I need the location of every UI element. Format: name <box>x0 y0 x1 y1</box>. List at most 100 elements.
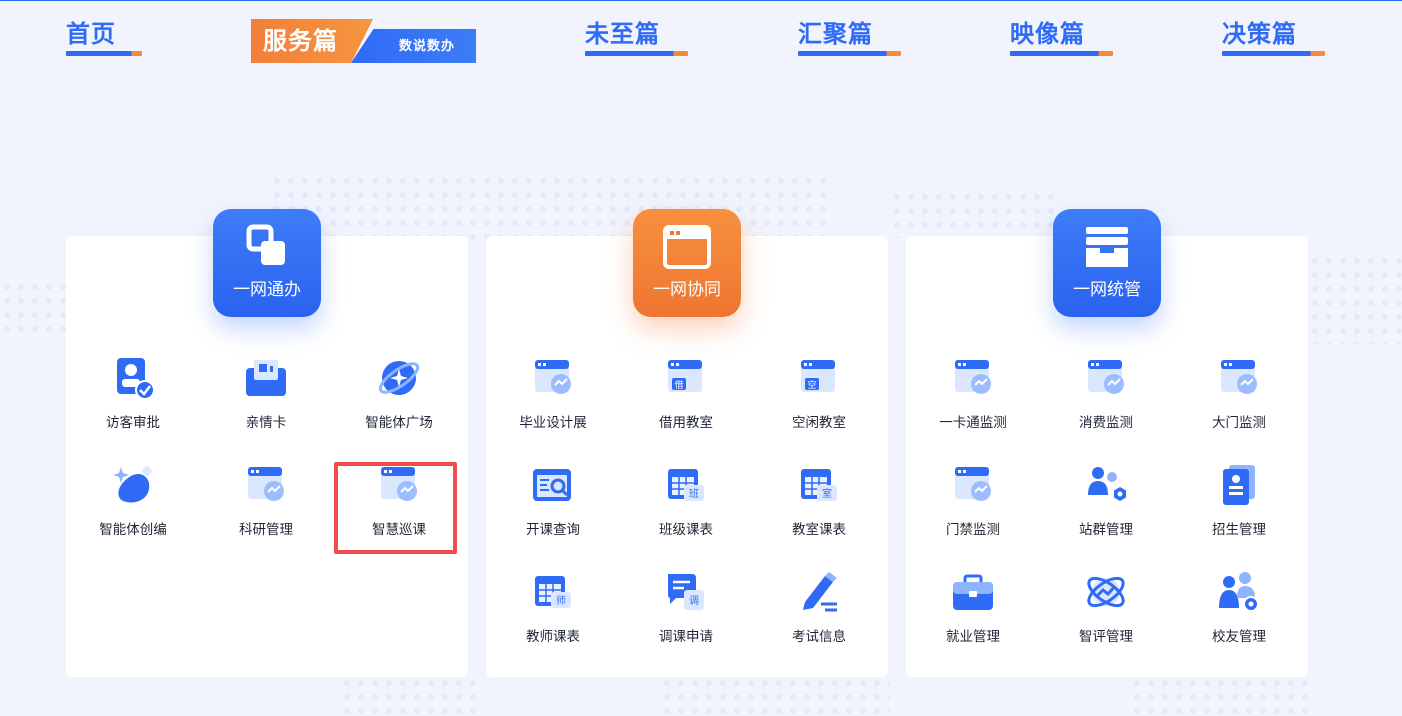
tile-label: 智能体创编 <box>99 522 167 538</box>
tile-class-schedule[interactable]: 班 班级课表 <box>619 455 753 555</box>
tile-smart-evaluation[interactable]: 智评管理 <box>1039 562 1173 662</box>
nav-active-sub-label: 数说数办 <box>399 39 456 54</box>
tile-label: 招生管理 <box>1212 522 1266 538</box>
nav-huiju[interactable]: 汇聚篇 <box>798 18 901 60</box>
svg-text:班: 班 <box>689 488 699 500</box>
site-group-icon <box>1082 461 1130 509</box>
free-room-icon: 空 <box>795 354 843 402</box>
tile-label: 门禁监测 <box>946 522 1000 538</box>
tile-course-search[interactable]: 开课查询 <box>486 455 620 555</box>
tile-label: 校友管理 <box>1212 629 1266 645</box>
browser-window-icon <box>663 225 711 269</box>
badge-label: 一网统管 <box>1073 280 1141 300</box>
nav-home[interactable]: 首页 <box>66 18 142 60</box>
nav-juece[interactable]: 决策篇 <box>1222 18 1325 60</box>
tile-patrol-window[interactable]: 智慧巡课 <box>332 455 466 555</box>
access-monitor-window-icon <box>949 461 997 509</box>
tile-reschedule-request[interactable]: 调调课申请 <box>619 562 753 662</box>
class-schedule-icon: 班 <box>662 461 710 509</box>
tile-label: 调课申请 <box>659 629 713 645</box>
tile-borrow-room[interactable]: 借 借用教室 <box>619 348 753 448</box>
smart-evaluation-icon <box>1082 568 1130 616</box>
tile-card-monitor-window[interactable]: 一卡通监测 <box>906 348 1040 448</box>
nav-weizhi[interactable]: 未至篇 <box>585 18 688 60</box>
badge-yiwang-tongguan[interactable]: 一网统管 <box>1053 209 1161 317</box>
map-dots-decoration <box>660 676 890 716</box>
nav-active-label: 服务篇 <box>263 27 338 55</box>
badge-label: 一网协同 <box>653 280 721 300</box>
visitor-approval-icon <box>109 354 157 402</box>
top-border <box>0 0 1402 1</box>
tile-exam-pen[interactable]: 考试信息 <box>752 562 886 662</box>
svg-text:师: 师 <box>556 594 566 607</box>
nav-underline <box>585 51 688 56</box>
map-dots-decoration <box>890 190 1060 238</box>
overlap-squares-icon <box>246 224 285 265</box>
enrollment-doc-icon <box>1215 461 1263 509</box>
tile-label: 教室课表 <box>792 522 846 538</box>
nav-fuwu-active[interactable]: 服务篇 数说数办 <box>251 19 476 63</box>
map-dots-decoration <box>340 676 480 716</box>
tile-label: 教师课表 <box>526 629 580 645</box>
tile-ai-agent-plaza[interactable]: 智能体广场 <box>332 348 466 448</box>
tile-visitor-approval[interactable]: 访客审批 <box>66 348 200 448</box>
nav-label: 未至篇 <box>585 20 660 48</box>
ai-agent-plaza-icon <box>375 354 423 402</box>
tile-label: 亲情卡 <box>245 415 287 431</box>
tile-access-monitor-window[interactable]: 门禁监测 <box>906 455 1040 555</box>
tile-label: 智慧巡课 <box>372 522 426 538</box>
tile-teacher-schedule[interactable]: 师 教师课表 <box>486 562 620 662</box>
tile-ai-agent-create[interactable]: 智能体创编 <box>66 455 200 555</box>
svg-text:借: 借 <box>674 379 683 391</box>
map-dots-decoration <box>0 280 66 340</box>
tile-graduation-window[interactable]: 毕业设计展 <box>486 348 620 448</box>
badge-yiwang-xietong[interactable]: 一网协同 <box>633 209 741 317</box>
tile-room-schedule[interactable]: 室 教室课表 <box>752 455 886 555</box>
nav-underline <box>798 51 901 56</box>
nav-yingxiang[interactable]: 映像篇 <box>1010 18 1113 60</box>
tile-label: 大门监测 <box>1212 415 1266 431</box>
nav-label: 映像篇 <box>1010 20 1085 48</box>
tile-label: 毕业设计展 <box>519 415 587 431</box>
graduation-window-icon <box>529 354 577 402</box>
nav-label: 首页 <box>66 20 116 48</box>
tile-label: 站群管理 <box>1079 522 1133 538</box>
tile-label: 空闲教室 <box>792 415 846 431</box>
tile-label: 科研管理 <box>239 522 293 538</box>
badge-yiwang-tongban[interactable]: 一网通办 <box>213 209 321 317</box>
tile-consume-monitor-window[interactable]: 消费监测 <box>1039 348 1173 448</box>
borrow-room-icon: 借 <box>662 354 710 402</box>
course-search-icon <box>529 461 577 509</box>
tile-enrollment-doc[interactable]: 招生管理 <box>1172 455 1306 555</box>
reschedule-request-icon: 调 <box>662 568 710 616</box>
nav-label: 汇聚篇 <box>798 20 873 48</box>
tile-label: 开课查询 <box>526 522 580 538</box>
tile-label: 一卡通监测 <box>939 415 1007 431</box>
tile-label: 智能体广场 <box>365 415 433 431</box>
tile-family-card[interactable]: 亲情卡 <box>199 348 333 448</box>
tile-free-room[interactable]: 空 空闲教室 <box>752 348 886 448</box>
tile-site-group[interactable]: 站群管理 <box>1039 455 1173 555</box>
tile-research-window[interactable]: 科研管理 <box>199 455 333 555</box>
tile-alumni-group[interactable]: 校友管理 <box>1172 562 1306 662</box>
map-dots-decoration <box>270 174 830 244</box>
tile-label: 班级课表 <box>659 522 713 538</box>
map-dots-decoration <box>1130 676 1310 716</box>
family-card-icon <box>242 354 290 402</box>
tile-gate-monitor-window[interactable]: 大门监测 <box>1172 348 1306 448</box>
nav-underline <box>1222 51 1325 56</box>
card-monitor-window-icon <box>949 354 997 402</box>
top-nav: 首页 未至篇 汇聚篇 映像篇 决策篇 <box>0 18 1402 68</box>
svg-text:调: 调 <box>689 595 699 607</box>
room-schedule-icon: 室 <box>795 461 843 509</box>
briefcase-icon <box>949 568 997 616</box>
svg-text:空: 空 <box>807 379 816 391</box>
gate-monitor-window-icon <box>1215 354 1263 402</box>
nav-label: 决策篇 <box>1222 20 1297 48</box>
tile-label: 访客审批 <box>106 415 160 431</box>
archive-box-icon <box>1086 227 1128 267</box>
tile-briefcase[interactable]: 就业管理 <box>906 562 1040 662</box>
tile-label: 消费监测 <box>1079 415 1133 431</box>
tile-label: 考试信息 <box>792 629 846 645</box>
ai-agent-create-icon <box>109 461 157 509</box>
